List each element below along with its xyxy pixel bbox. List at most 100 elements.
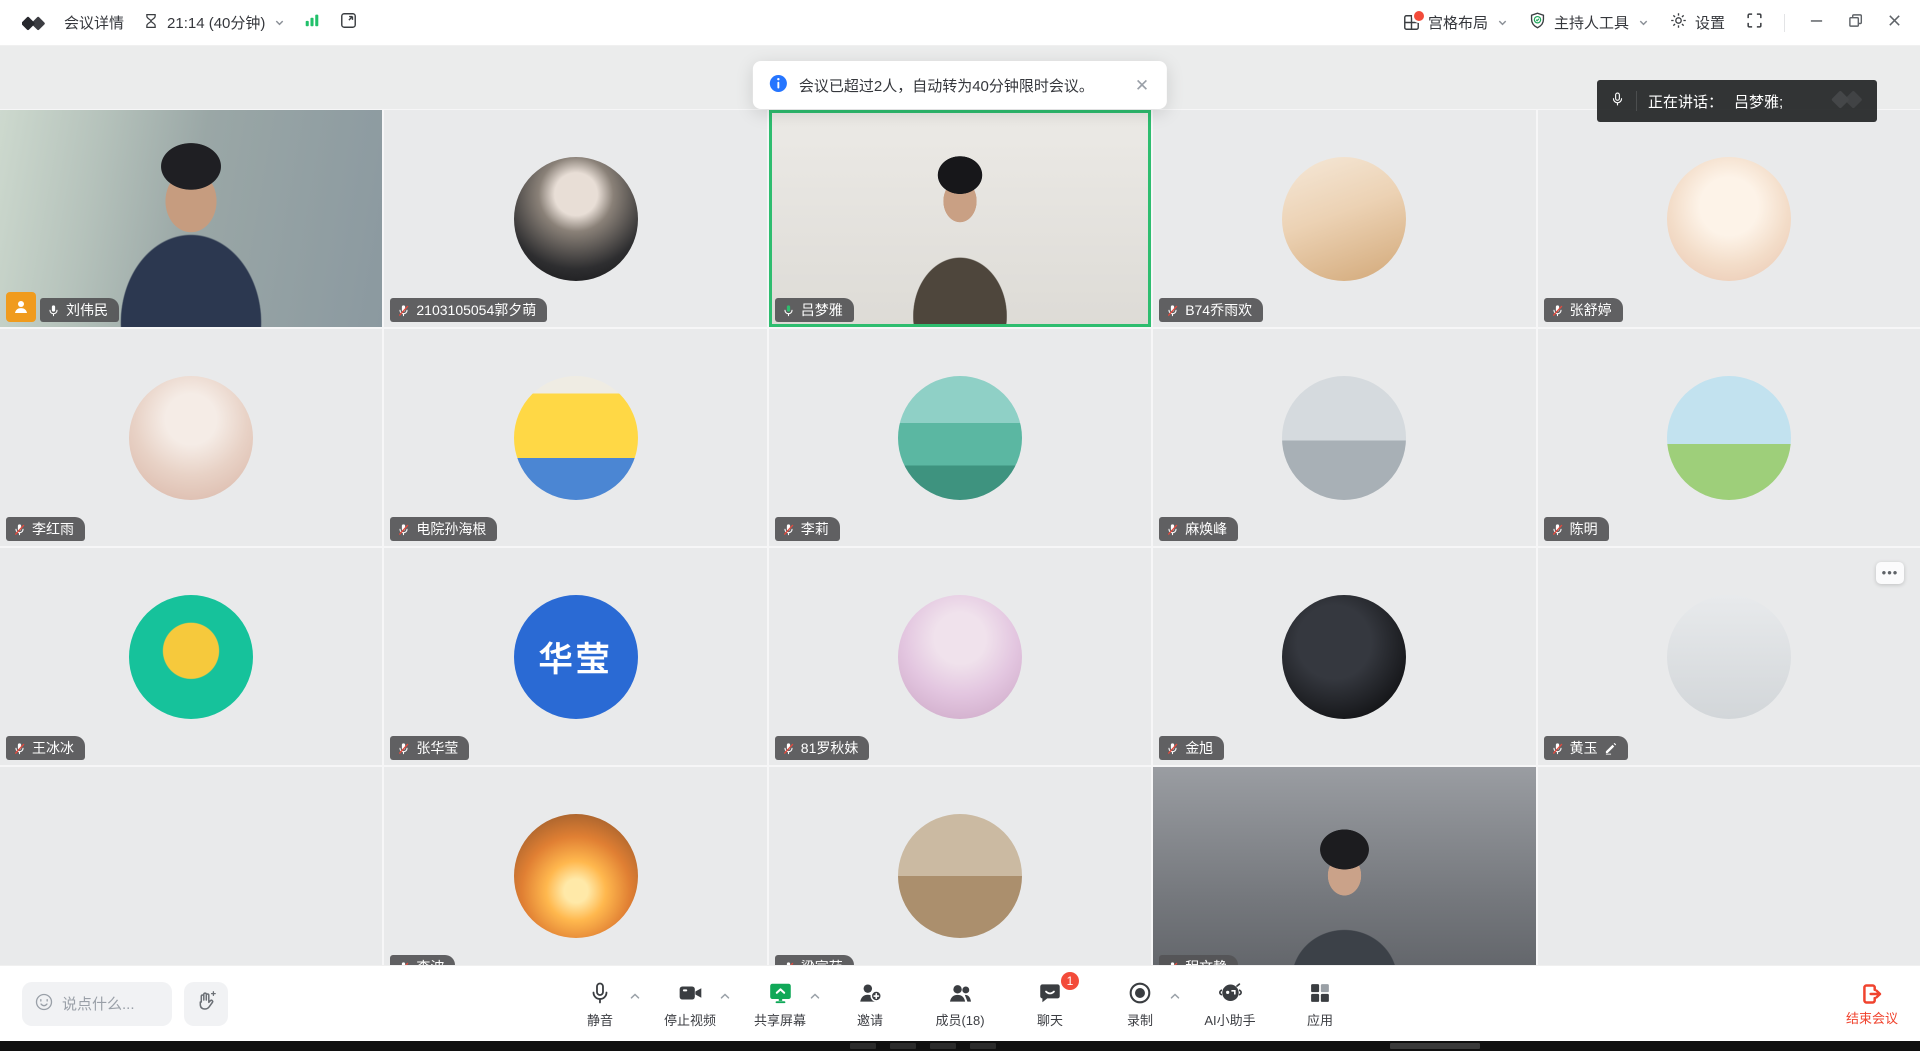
avatar bbox=[1282, 157, 1406, 281]
info-icon bbox=[769, 74, 788, 97]
participant-name: 陈明 bbox=[1570, 521, 1598, 537]
shield-check-icon bbox=[1528, 11, 1547, 34]
chat-icon bbox=[1037, 979, 1063, 1007]
quick-chat-input[interactable]: 说点什么... bbox=[22, 982, 172, 1026]
participant-name: 张舒婷 bbox=[1570, 302, 1612, 318]
participant-tile[interactable]: 李莉 bbox=[769, 329, 1151, 546]
name-tag-row: 81罗秋妹 bbox=[775, 736, 870, 760]
avatar bbox=[1667, 376, 1791, 500]
toolbar-item-stop-video[interactable]: 停止视频 bbox=[658, 979, 722, 1029]
participant-tile[interactable]: 王冰冰 bbox=[0, 548, 382, 765]
network-signal-icon[interactable] bbox=[303, 11, 321, 34]
mic-muted-icon bbox=[1551, 303, 1564, 318]
mic-icon bbox=[782, 303, 795, 318]
participant-name: B74乔雨欢 bbox=[1185, 302, 1252, 318]
participant-tile[interactable]: 吕梦雅 bbox=[769, 110, 1151, 327]
avatar bbox=[514, 157, 638, 281]
toolbar-item-chat[interactable]: 聊天1 bbox=[1018, 979, 1082, 1029]
participant-tile[interactable]: 程文静 bbox=[1153, 767, 1535, 984]
caret-up-icon[interactable] bbox=[809, 988, 821, 1006]
taskbar-item bbox=[1390, 1043, 1480, 1049]
caret-up-icon[interactable] bbox=[629, 988, 641, 1006]
participant-name: 王冰冰 bbox=[32, 740, 74, 756]
participant-tile[interactable]: 81罗秋妹 bbox=[769, 548, 1151, 765]
taskbar-item bbox=[930, 1043, 956, 1049]
minimize-button[interactable] bbox=[1809, 13, 1824, 33]
toolbar-item-mute[interactable]: 静音 bbox=[568, 979, 632, 1029]
record-icon bbox=[1127, 979, 1153, 1007]
mic-muted-icon bbox=[397, 522, 410, 537]
participant-name-tag: 2103105054郭夕萌 bbox=[390, 298, 547, 322]
restore-button[interactable] bbox=[1848, 13, 1863, 33]
participant-tile[interactable]: 李红雨 bbox=[0, 329, 382, 546]
meeting-details-button[interactable]: 会议详情 bbox=[64, 12, 124, 33]
avatar-text: 华莹 bbox=[539, 632, 613, 681]
invite-icon bbox=[857, 979, 883, 1007]
meeting-timer[interactable]: 21:14 (40分钟) bbox=[142, 12, 285, 34]
chevron-down-icon bbox=[1497, 17, 1508, 28]
participant-name-tag: 陈明 bbox=[1544, 517, 1609, 541]
caret-up-icon[interactable] bbox=[719, 988, 731, 1006]
speaking-indicator: 正在讲话： 吕梦雅; bbox=[1597, 80, 1877, 122]
mic-icon bbox=[47, 303, 60, 318]
participant-name: 81罗秋妹 bbox=[801, 740, 859, 756]
host-badge-icon bbox=[6, 292, 36, 322]
mic-muted-icon bbox=[13, 522, 26, 537]
participant-tile[interactable]: 金旭 bbox=[1153, 548, 1535, 765]
fullscreen-icon[interactable] bbox=[1745, 11, 1764, 35]
close-button[interactable] bbox=[1887, 13, 1902, 33]
participant-grid: 刘伟民 2103105054郭夕萌 吕梦雅 B74乔雨欢 张舒婷李红雨 电院孙海根 李莉 麻焕… bbox=[0, 110, 1920, 984]
participant-tile[interactable]: 华莹张华莹 bbox=[384, 548, 766, 765]
end-meeting-button[interactable]: 结束会议 bbox=[1846, 980, 1898, 1027]
participant-tile[interactable]: 刘伟民 bbox=[0, 110, 382, 327]
participant-tile[interactable]: 麻焕峰 bbox=[1153, 329, 1535, 546]
caret-up-icon[interactable] bbox=[1169, 988, 1181, 1006]
participant-name: 李莉 bbox=[801, 521, 829, 537]
toolbar-item-label: 静音 bbox=[587, 1010, 613, 1029]
chevron-down-icon bbox=[274, 17, 285, 28]
mic-muted-icon bbox=[1551, 522, 1564, 537]
host-tools-button[interactable]: 主持人工具 bbox=[1528, 11, 1649, 34]
participant-tile[interactable]: 李波 bbox=[384, 767, 766, 984]
participant-tile[interactable]: 陈明 bbox=[1538, 329, 1920, 546]
os-taskbar[interactable] bbox=[0, 1041, 1920, 1051]
more-options-button[interactable]: ••• bbox=[1876, 562, 1904, 584]
name-tag-row: 陈明 bbox=[1544, 517, 1609, 541]
participant-tile[interactable]: 电院孙海根 bbox=[384, 329, 766, 546]
banner-close-icon[interactable]: ✕ bbox=[1135, 77, 1149, 94]
name-tag-row: 李红雨 bbox=[6, 517, 85, 541]
raise-hand-button[interactable] bbox=[184, 982, 228, 1026]
toolbar-item-apps[interactable]: 应用 bbox=[1288, 979, 1352, 1029]
name-tag-row: 2103105054郭夕萌 bbox=[390, 298, 547, 322]
participant-tile[interactable]: 黄玉 bbox=[1538, 548, 1920, 765]
participant-name: 吕梦雅 bbox=[801, 302, 843, 318]
mic-muted-icon bbox=[1551, 741, 1564, 756]
participant-tile[interactable]: B74乔雨欢 bbox=[1153, 110, 1535, 327]
avatar bbox=[1282, 595, 1406, 719]
participant-tile[interactable]: 2103105054郭夕萌 bbox=[384, 110, 766, 327]
toolbar-item-share-screen[interactable]: 共享屏幕 bbox=[748, 979, 812, 1029]
layout-button[interactable]: 宫格布局 bbox=[1402, 12, 1508, 33]
participant-tile[interactable]: 梁宣茹 bbox=[769, 767, 1151, 984]
participant-name: 黄玉 bbox=[1570, 740, 1598, 756]
name-tag-row: 黄玉 bbox=[1544, 736, 1628, 760]
toolbar-item-members[interactable]: 成员(18) bbox=[928, 979, 992, 1029]
participant-tile[interactable]: 张舒婷 bbox=[1538, 110, 1920, 327]
avatar bbox=[898, 376, 1022, 500]
toolbar-item-label: 邀请 bbox=[857, 1010, 883, 1029]
toolbar-item-ai-assistant[interactable]: AI小助手 bbox=[1198, 979, 1262, 1029]
toolbar-item-invite[interactable]: 邀请 bbox=[838, 979, 902, 1029]
toolbar-item-label: 停止视频 bbox=[664, 1010, 716, 1029]
avatar bbox=[129, 376, 253, 500]
open-external-icon[interactable] bbox=[339, 11, 358, 35]
name-tag-row: 电院孙海根 bbox=[390, 517, 497, 541]
name-tag-row: 张华莹 bbox=[390, 736, 469, 760]
mic-muted-icon bbox=[397, 303, 410, 318]
participant-name-tag: 电院孙海根 bbox=[390, 517, 497, 541]
avatar bbox=[898, 814, 1022, 938]
unread-badge: 1 bbox=[1061, 972, 1079, 990]
toolbar-item-label: 聊天 bbox=[1037, 1010, 1063, 1029]
settings-button[interactable]: 设置 bbox=[1669, 11, 1725, 34]
divider bbox=[1784, 14, 1785, 32]
toolbar-item-record[interactable]: 录制 bbox=[1108, 979, 1172, 1029]
